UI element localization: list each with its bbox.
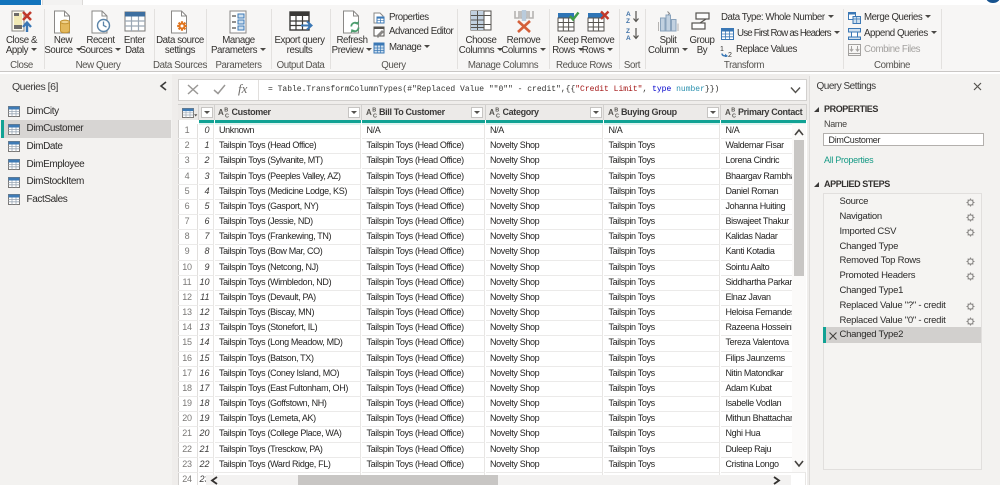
svg-text:A: A (366, 108, 372, 117)
svg-text:2: 2 (728, 52, 732, 57)
svg-text:A: A (626, 35, 631, 40)
svg-text:A: A (608, 108, 614, 117)
svg-text:Z: Z (626, 28, 630, 35)
svg-text:A: A (489, 108, 495, 117)
svg-text:1: 1 (720, 46, 724, 53)
svg-text:A: A (218, 108, 224, 117)
svg-text:C: C (496, 114, 500, 119)
svg-text:C: C (732, 114, 736, 119)
svg-text:A: A (626, 11, 631, 18)
svg-text:C: C (373, 114, 377, 119)
svg-text:Z: Z (626, 18, 630, 23)
svg-text:A: A (725, 108, 731, 117)
svg-text:C: C (615, 114, 619, 119)
svg-text:C: C (225, 114, 229, 119)
